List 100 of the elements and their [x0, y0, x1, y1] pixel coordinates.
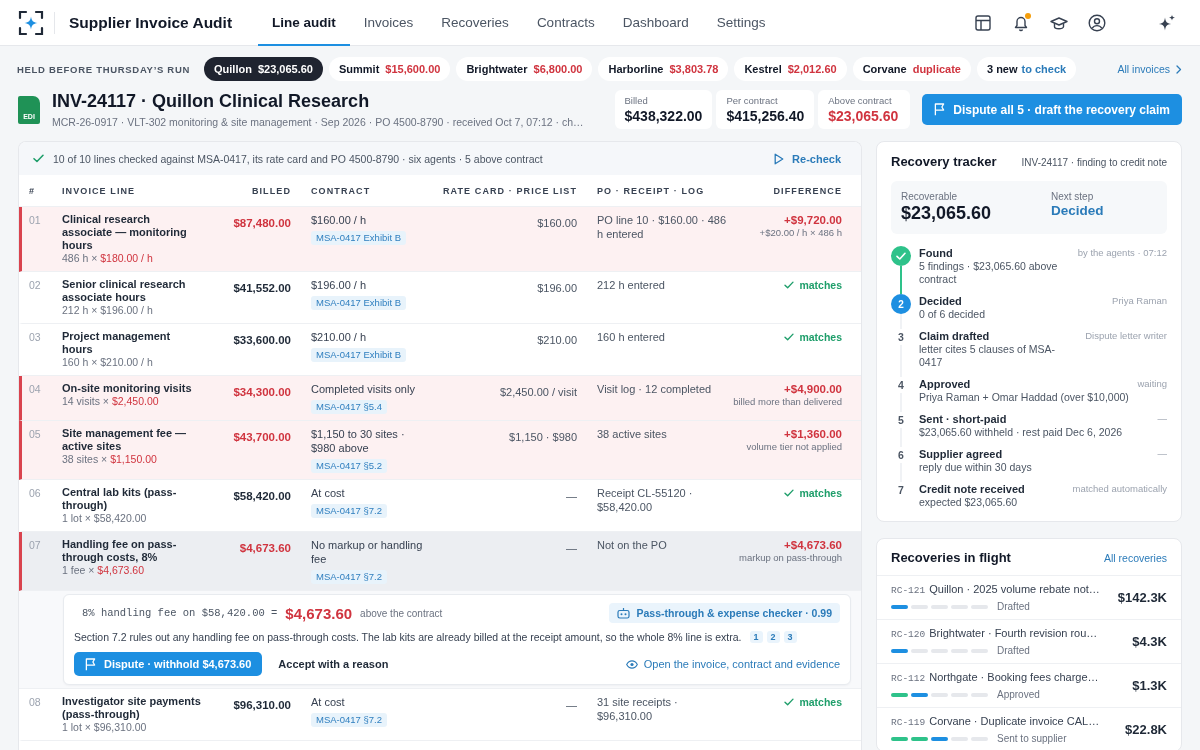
step-title: Approved — [919, 377, 972, 391]
step-detail: Priya Raman + Omar Haddad (over $10,000) — [919, 391, 1130, 404]
billed-amount: $4,673.60 — [239, 542, 291, 554]
step-meta: Dispute letter writer — [1085, 329, 1167, 343]
clause-link[interactable]: MSA-0417 §7.2 — [311, 713, 387, 727]
recovery-title[interactable]: Northgate · Booking fees charge… — [929, 670, 1099, 684]
agent-chip[interactable]: Pass-through & expense checker · 0.99 — [608, 603, 840, 623]
table-row[interactable]: 02 Senior clinical research associate hours 212 h × $196.00 / h $41,552.00 $196.00 / h MSA-0417 Exhibit B $196.00 212 h entered matches — [19, 272, 861, 324]
invoice-chip[interactable]: Quillon $23,065.60 — [204, 57, 323, 81]
invoice-chip[interactable]: Corvane duplicate — [852, 57, 971, 81]
user-icon[interactable] — [1088, 13, 1106, 32]
step-number: 2 — [891, 294, 911, 314]
recovery-amount: $142.3K — [1117, 590, 1167, 605]
clause-link[interactable]: MSA-0417 §5.2 — [311, 459, 387, 473]
new-invoices-chip[interactable]: 3 new to check — [976, 57, 1077, 81]
invoice-chip[interactable]: Harborline $3,803.78 — [598, 57, 729, 81]
line-number: 07 — [29, 538, 42, 552]
step-meta: Priya Raman — [1112, 294, 1167, 308]
line-name: Clinical research associate — monitoring hours — [62, 213, 188, 252]
rate-card-price: — — [566, 490, 577, 502]
rate-card-price: $196.00 — [537, 282, 577, 294]
nav-tab[interactable]: Settings — [702, 0, 780, 46]
line-number: 04 — [29, 382, 42, 396]
clause-link[interactable]: MSA-0417 §7.2 — [311, 504, 387, 518]
clause-link[interactable]: MSA-0417 Exhibit B — [311, 231, 406, 245]
column-header: CONTRACT — [310, 185, 372, 196]
step-detail: reply due within 30 days — [919, 461, 1033, 474]
citation-link[interactable]: 2 — [766, 631, 780, 643]
summary-label: Recoverable — [901, 191, 959, 202]
step-detail: 5 findings · $23,065.60 above contract — [919, 260, 1059, 286]
nav-tab[interactable]: Invoices — [349, 0, 428, 46]
nav-tab[interactable]: Recoveries — [427, 0, 523, 46]
panel-title: Recoveries in flight — [891, 550, 1011, 565]
step-meta: — — [1157, 412, 1167, 426]
recovery-title[interactable]: Quillon · 2025 volume rebate not… — [929, 582, 1100, 596]
nav-tab[interactable]: Dashboard — [608, 0, 703, 46]
accept-button[interactable]: Accept with a reason — [278, 658, 389, 670]
logo-icon — [18, 9, 44, 36]
billed-amount: $96,310.00 — [233, 699, 291, 711]
difference-note: volume tier not applied — [746, 441, 842, 453]
po-evidence: 38 active sites — [597, 427, 668, 441]
citation-link[interactable]: 1 — [749, 631, 763, 643]
line-quantity: 1 lot × $96,310.00 — [62, 721, 148, 734]
difference-note: +$20.00 / h × 486 h — [759, 227, 842, 239]
nav-tab[interactable]: Contracts — [522, 0, 609, 46]
clause-link[interactable]: MSA-0417 §5.4 — [311, 400, 387, 414]
billed-amount: $43,700.00 — [233, 431, 291, 443]
recovery-title[interactable]: Corvane · Duplicate invoice CAL… — [929, 714, 1100, 728]
play-icon — [774, 152, 785, 165]
column-header: BILLED — [251, 185, 291, 196]
table-row[interactable]: 01 Clinical research associate — monitoring hours 486 h × $180.00 / h $87,480.00 $160.00 / h MSA-0417 Exhibit B $160.00 PO line 10 · $160.00 · 486 h entered +$9,720.00 +$20.00 / h × 486 h — [19, 207, 861, 272]
rate-card-price: $160.00 — [537, 217, 577, 229]
invoice-chip[interactable]: Summit $15,600.00 — [329, 57, 451, 81]
column-header: PO · RECEIPT · LOG — [596, 185, 706, 196]
recovery-amount: $22.8K — [1125, 722, 1167, 737]
held-label: HELD BEFORE THURSDAY’S RUN — [17, 63, 191, 75]
all-invoices-link[interactable]: All invoices — [1117, 63, 1182, 75]
clause-link[interactable]: MSA-0417 Exhibit B — [311, 296, 406, 310]
table-row[interactable]: 07 Handling fee on pass-through costs, 8% 1 fee × $4,673.60 $4,673.60 No markup or handling fee MSA-0417 §7.2 — Not on the PO +$4,673.60 markup on pass-through — [19, 532, 861, 591]
table-row[interactable]: 04 On-site monitoring visits 14 visits × $2,450.00 $34,300.00 Completed visits only MSA-0417 §5.4 $2,450.00 / visit Visit log · 12 completed +$4,900.00 billed more than delivered — [19, 376, 861, 421]
rate-card-price: — — [566, 542, 577, 554]
step-detail: $23,065.60 withheld · rest paid Dec 6, 2026 — [919, 426, 1124, 439]
recovery-id: RC-119 — [891, 717, 926, 728]
nav-tab[interactable]: Line audit — [258, 0, 350, 46]
po-evidence: Receipt CL-55120 · $58,420.00 — [597, 486, 694, 514]
line-name: Handling fee on pass-through costs, 8% — [62, 538, 178, 564]
table-row[interactable]: 05 Site management fee — active sites 38 sites × $1,150.00 $43,700.00 $1,150 to 30 sites · $980 above MSA-0417 §5.2 $1,150 · $980 38 active sites +$1,360.00 volume tier not applied — [19, 421, 861, 480]
step-title: Decided — [919, 294, 963, 308]
finding-explanation: Section 7.2 rules out any handling fee on pass-through costs. The lab kits are already billed at the receipt amount, so the whole 8% line is extra. — [74, 630, 742, 644]
line-number: 08 — [29, 695, 42, 709]
step-detail: letter cites 5 clauses of MSA-0417 — [919, 343, 1056, 369]
contract-terms: $196.00 / h — [311, 278, 368, 292]
citation-link[interactable]: 3 — [783, 631, 797, 643]
evidence-link[interactable]: Open the invoice, contract and evidence — [625, 658, 840, 670]
check-icon — [784, 489, 795, 497]
clause-link[interactable]: MSA-0417 §7.2 — [311, 570, 387, 584]
match-status: matches — [799, 278, 842, 292]
step-number: 4 — [898, 378, 904, 393]
next-step-value: Decided — [1051, 203, 1105, 218]
invoice-chip[interactable]: Brightwater $6,800.00 — [456, 57, 593, 81]
line-quantity: 1 lot × $58,420.00 — [62, 512, 148, 525]
invoice-chip[interactable]: Kestrel $2,012.60 — [734, 57, 847, 81]
clause-link[interactable]: MSA-0417 Exhibit B — [311, 348, 406, 362]
column-header: DIFFERENCE — [773, 185, 842, 196]
step-meta: waiting — [1137, 377, 1167, 391]
difference-amount: +$9,720.00 — [784, 213, 842, 227]
line-name: Project management hours — [62, 330, 172, 356]
layout-icon[interactable] — [974, 13, 992, 32]
line-number: 01 — [29, 213, 42, 227]
column-header: INVOICE LINE — [62, 185, 137, 196]
line-quantity: 160 h × $210.00 / h — [62, 356, 154, 369]
check-icon — [33, 154, 44, 163]
recheck-button[interactable]: Re-check — [774, 152, 841, 165]
column-header: # — [29, 185, 37, 196]
all-recoveries-link[interactable]: All recoveries — [1103, 552, 1167, 564]
recovery-title[interactable]: Brightwater · Fourth revision rou… — [929, 626, 1098, 640]
table-row[interactable]: 08 Investigator site payments (pass-through) 1 lot × $96,310.00 $96,310.00 At cost MSA-0417 §7.2 — 31 site receipts · $96,310.00 matches — [19, 689, 861, 741]
recovery-status: Sent to supplier — [997, 732, 1067, 745]
billed-amount: $41,552.00 — [233, 282, 291, 294]
match-status: matches — [799, 695, 842, 709]
